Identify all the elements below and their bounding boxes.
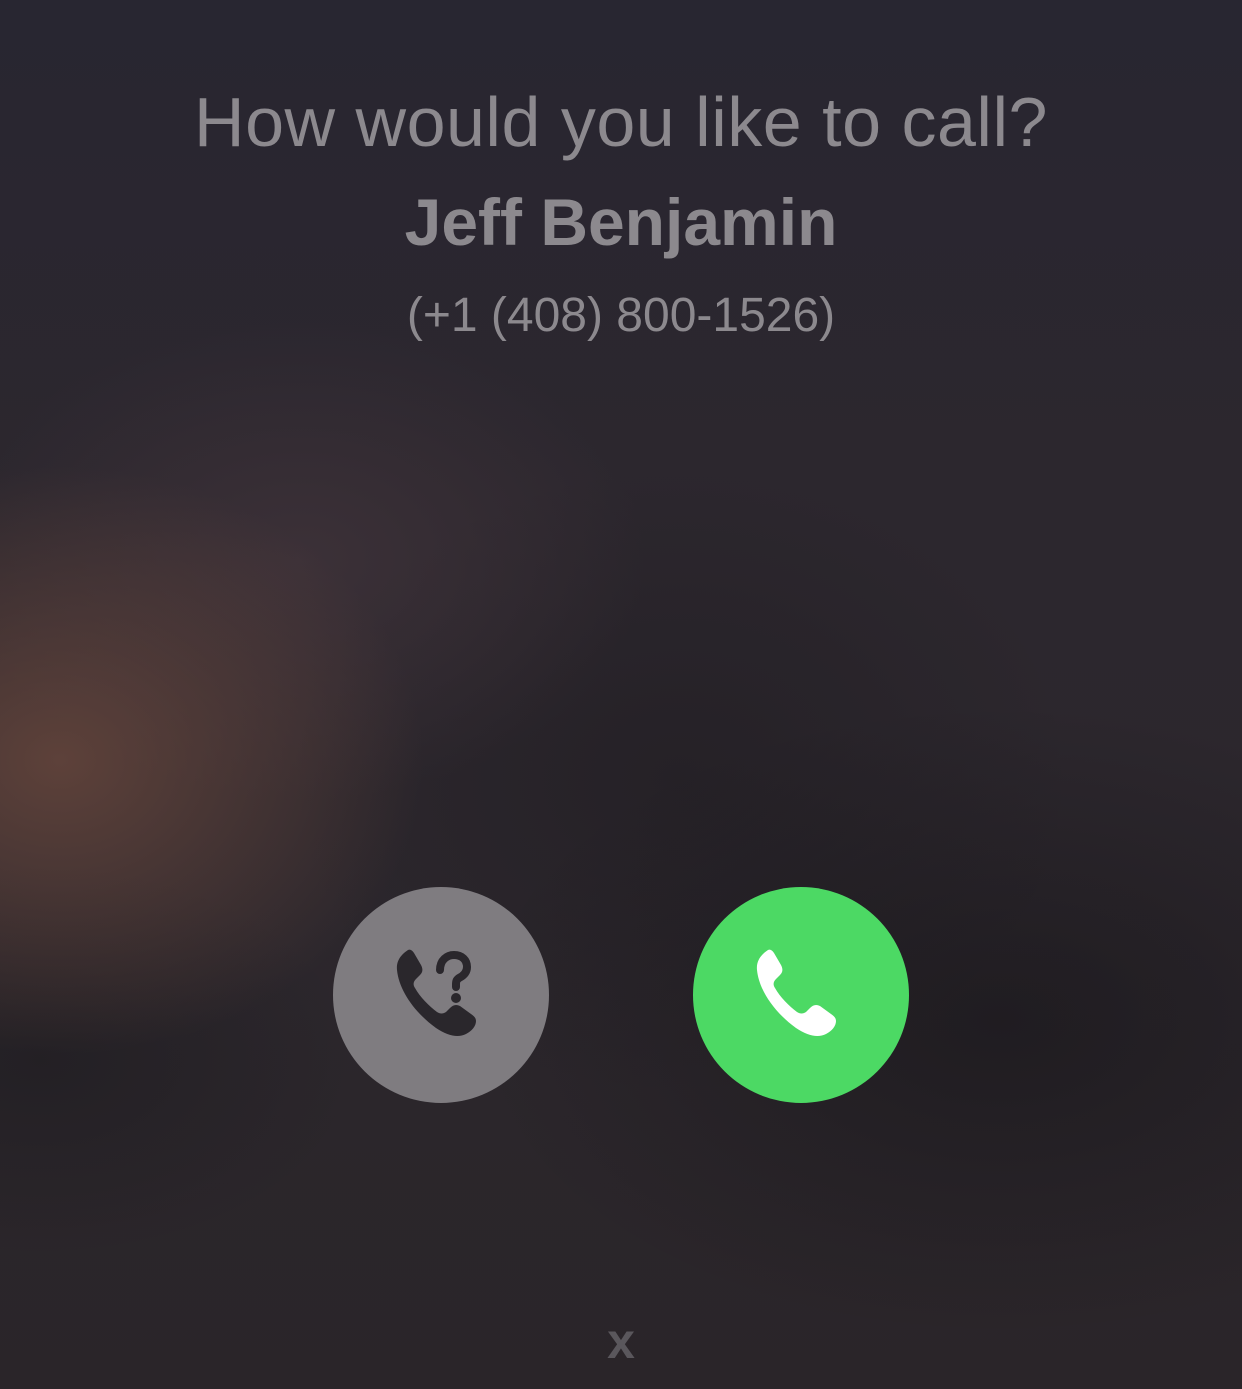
call-actions: [0, 887, 1242, 1103]
call-unknown-button[interactable]: [333, 887, 549, 1103]
contact-name: Jeff Benjamin: [404, 185, 838, 259]
call-options-screen: How would you like to call? Jeff Benjami…: [0, 0, 1242, 1389]
phone-question-icon: [386, 940, 496, 1050]
contact-phone-number: (+1 (408) 800-1526): [406, 289, 836, 342]
call-prompt-header: How would you like to call? Jeff Benjami…: [0, 78, 1242, 346]
call-regular-button[interactable]: [693, 887, 909, 1103]
phone-icon: [746, 940, 856, 1050]
close-button[interactable]: x: [590, 1310, 652, 1372]
call-prompt-title: How would you like to call?: [194, 83, 1048, 161]
